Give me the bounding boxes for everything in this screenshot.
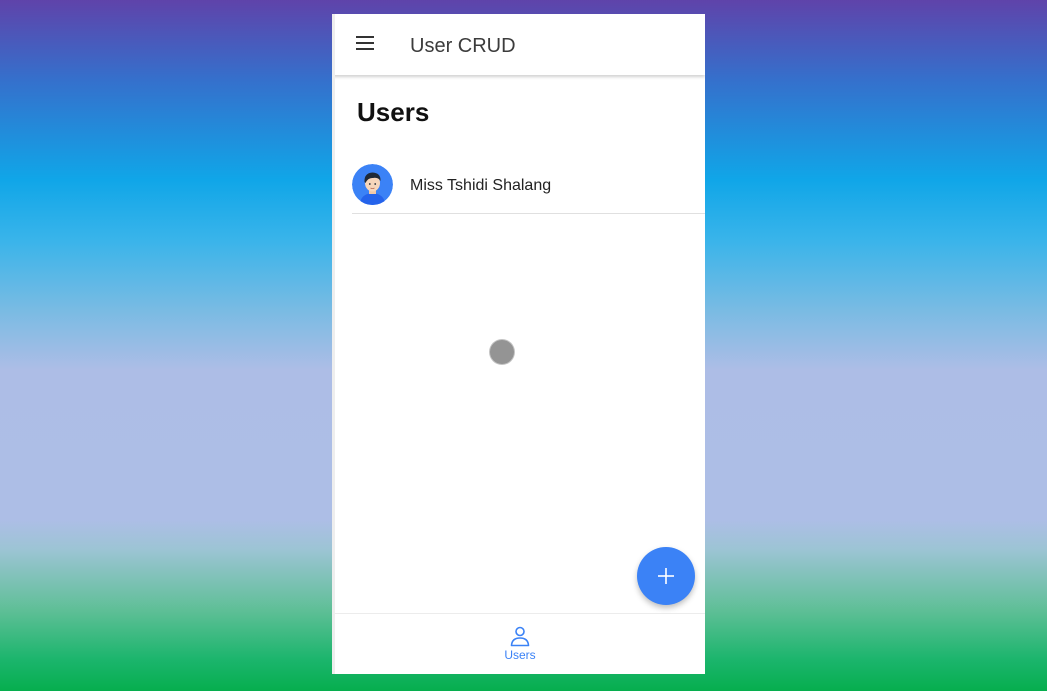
user-name: Miss Tshidi Shalang bbox=[410, 177, 552, 194]
menu-icon[interactable] bbox=[356, 36, 374, 50]
add-user-button[interactable] bbox=[637, 547, 695, 605]
main-content: Users Miss Tshidi Shalang bbox=[332, 75, 705, 614]
avatar-icon bbox=[352, 164, 393, 205]
page-title: Users bbox=[357, 97, 430, 127]
loading-indicator bbox=[490, 340, 514, 364]
person-icon bbox=[510, 626, 530, 647]
bottom-navigation: Users bbox=[332, 613, 705, 674]
app-bar: User CRUD bbox=[332, 14, 705, 75]
app-title: User CRUD bbox=[410, 35, 516, 57]
nav-item-users[interactable]: Users bbox=[490, 622, 550, 668]
app-window: User CRUD Users Miss Tshidi Shalang User… bbox=[332, 14, 705, 674]
user-list-item[interactable]: Miss Tshidi Shalang bbox=[352, 160, 705, 214]
plus-icon bbox=[658, 568, 674, 584]
nav-label-users: Users bbox=[504, 648, 536, 662]
